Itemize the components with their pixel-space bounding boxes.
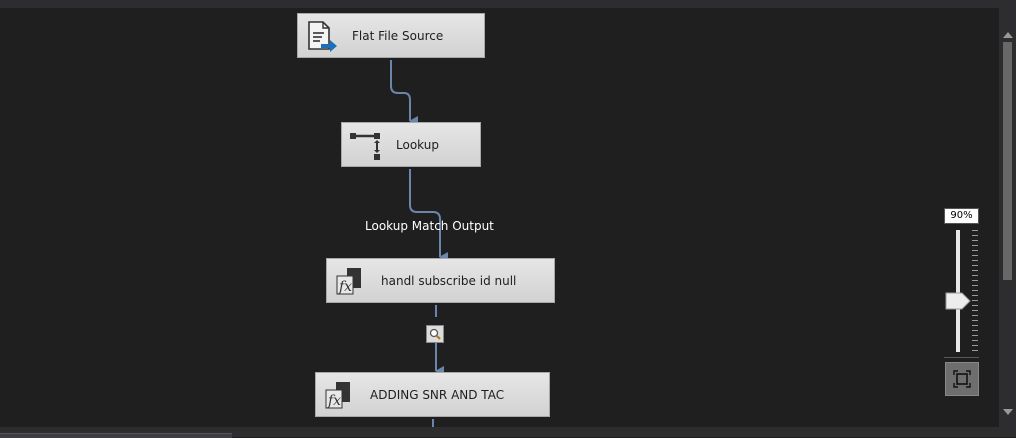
vertical-scroll-thumb[interactable] — [1003, 42, 1012, 280]
zoom-slider-track[interactable] — [956, 230, 960, 352]
zoom-slider-ticks — [972, 230, 978, 352]
zoom-to-fit-button[interactable] — [945, 362, 979, 396]
connector-flatfile-lookup[interactable] — [390, 60, 418, 126]
lookup-icon — [346, 126, 384, 164]
horizontal-scroll-thumb[interactable] — [0, 433, 232, 438]
data-flow-canvas[interactable]: Flat File Source Lookup Lookup Match Out… — [0, 8, 999, 427]
zoom-separator — [944, 357, 979, 358]
scroll-up-icon[interactable] — [1003, 32, 1013, 38]
edge-label-lookup-match-output[interactable]: Lookup Match Output — [365, 219, 494, 233]
derived-column-fx-icon: fx — [331, 262, 369, 300]
data-viewer-magnifier-icon[interactable] — [426, 325, 444, 343]
svg-text:fx: fx — [338, 279, 352, 295]
node-label: handl subscribe id null — [381, 273, 517, 288]
node-lookup[interactable]: Lookup — [341, 122, 481, 167]
fit-to-window-icon — [953, 370, 971, 388]
zoom-level-badge: 90% — [944, 208, 979, 224]
vertical-scrollbar[interactable] — [999, 8, 1016, 427]
zoom-slider-thumb[interactable] — [945, 292, 971, 310]
connector-layer — [390, 60, 448, 427]
node-flat-file-source[interactable]: Flat File Source — [297, 13, 485, 58]
scroll-down-icon[interactable] — [1003, 409, 1013, 415]
flat-file-source-icon — [302, 17, 340, 55]
node-label: ADDING SNR AND TAC — [370, 387, 505, 402]
connector-lookup-handl[interactable] — [409, 169, 448, 262]
node-handl-subscribe-id-null[interactable]: fx handl subscribe id null — [326, 258, 555, 303]
derived-column-fx-icon: fx — [320, 376, 358, 414]
svg-text:fx: fx — [327, 393, 341, 409]
node-label: Flat File Source — [352, 28, 444, 43]
node-adding-snr-and-tac[interactable]: fx ADDING SNR AND TAC — [315, 372, 550, 417]
node-label: Lookup — [396, 137, 439, 152]
